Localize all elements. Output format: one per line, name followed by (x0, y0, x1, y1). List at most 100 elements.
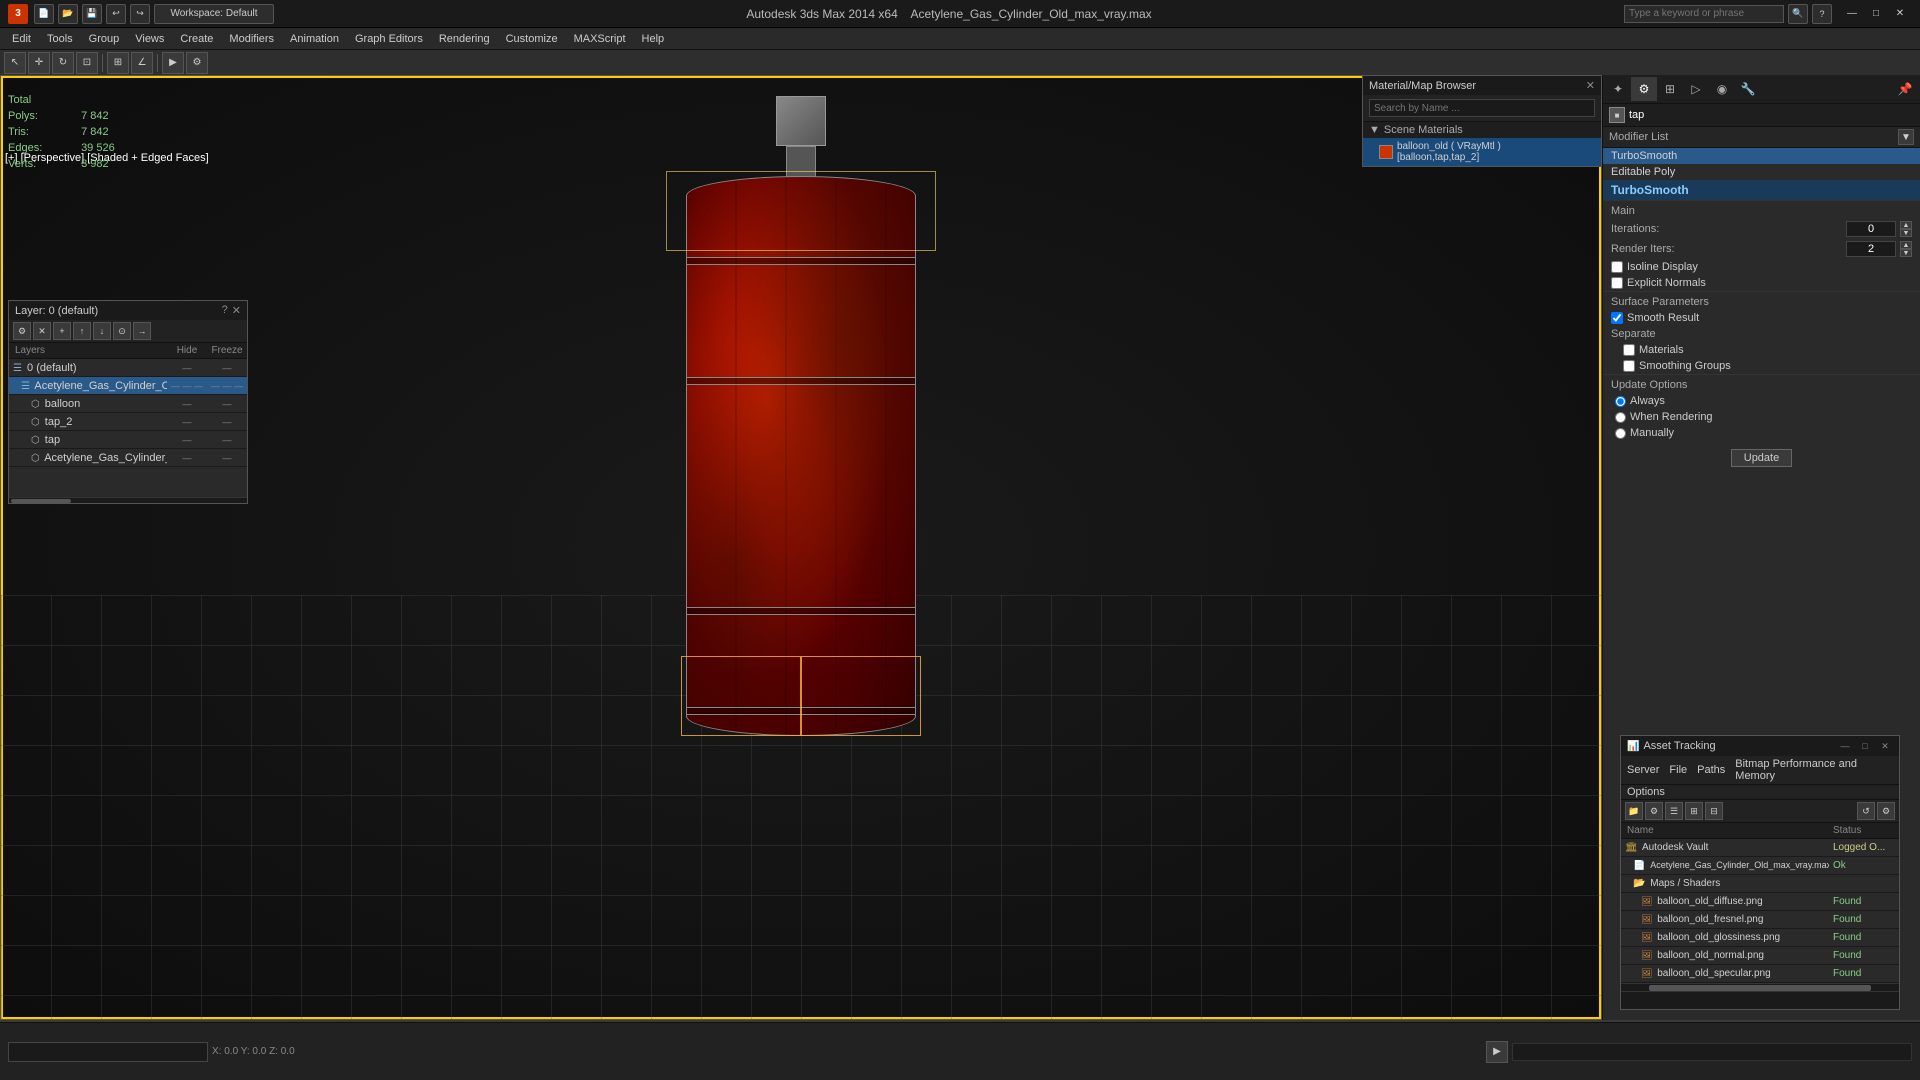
modifier-list-dropdown[interactable]: ▼ (1898, 129, 1914, 145)
menu-group[interactable]: Group (81, 31, 128, 47)
iter-down[interactable]: ▼ (1900, 229, 1912, 237)
menu-animation[interactable]: Animation (282, 31, 347, 47)
pin-icon[interactable]: 📌 (1892, 77, 1918, 101)
layers-delete-btn[interactable]: ✕ (33, 322, 51, 340)
minimize-btn[interactable]: — (1840, 4, 1864, 24)
layer-row-tap[interactable]: ⬡ tap — — (9, 431, 247, 449)
redo-btn[interactable]: ↪ (130, 4, 150, 24)
move-btn[interactable]: ✛ (28, 52, 50, 74)
asset-settings-btn[interactable]: ⚙ (1877, 802, 1895, 820)
asset-menu-options[interactable]: Options (1625, 785, 1667, 799)
create-icon[interactable]: ✦ (1605, 77, 1631, 101)
layers-settings-btn[interactable]: ⚙ (13, 322, 31, 340)
asset-menu-server[interactable]: Server (1625, 763, 1661, 777)
asset-close-btn[interactable]: ✕ (1877, 739, 1893, 753)
menu-rendering[interactable]: Rendering (431, 31, 498, 47)
asset-tb-2[interactable]: ⚙ (1645, 802, 1663, 820)
asset-row-fresnel[interactable]: 🖼 balloon_old_fresnel.png Found (1621, 911, 1899, 929)
layers-toolbar[interactable]: ⚙ ✕ + ↑ ↓ ⊙ → (9, 320, 247, 343)
layers-obj-btn[interactable]: ⊙ (113, 322, 131, 340)
mat-browser-close[interactable]: ✕ (1586, 79, 1595, 92)
smooth-result-checkbox[interactable] (1611, 312, 1623, 324)
menu-create[interactable]: Create (172, 31, 221, 47)
open-btn[interactable]: 📂 (58, 4, 78, 24)
scale-btn[interactable]: ⊡ (76, 52, 98, 74)
menu-maxscript[interactable]: MAXScript (566, 31, 634, 47)
menu-views[interactable]: Views (127, 31, 172, 47)
display-icon[interactable]: ◉ (1709, 77, 1735, 101)
mat-search-area[interactable] (1363, 95, 1601, 122)
iter-up[interactable]: ▲ (1900, 221, 1912, 229)
new-btn[interactable]: 📄 (34, 4, 54, 24)
asset-row-normal[interactable]: 🖼 balloon_old_normal.png Found (1621, 947, 1899, 965)
menu-customize[interactable]: Customize (498, 31, 566, 47)
render-iters-input[interactable] (1846, 241, 1896, 257)
layer-row-balloon[interactable]: ⬡ balloon — — (9, 395, 247, 413)
search-input[interactable] (1624, 5, 1784, 23)
layers-scrollbar[interactable] (9, 497, 247, 503)
asset-tb-4[interactable]: ⊞ (1685, 802, 1703, 820)
iterations-spinner[interactable]: ▲ ▼ (1900, 221, 1912, 237)
asset-row-vault[interactable]: 🏛 Autodesk Vault Logged O... (1621, 839, 1899, 857)
select-btn[interactable]: ↖ (4, 52, 26, 74)
manually-radio[interactable] (1615, 428, 1626, 439)
iterations-input[interactable] (1846, 221, 1896, 237)
snap-btn[interactable]: ⊞ (107, 52, 129, 74)
material-item[interactable]: balloon_old ( VRayMtl ) [balloon,tap,tap… (1363, 138, 1601, 166)
layer-row-tap2[interactable]: ⬡ tap_2 — — (9, 413, 247, 431)
utilities-icon[interactable]: 🔧 (1735, 77, 1761, 101)
editable-poly-modifier[interactable]: Editable Poly (1603, 164, 1920, 180)
always-radio[interactable] (1615, 396, 1626, 407)
search-btn[interactable]: 🔍 (1788, 4, 1808, 24)
menu-help[interactable]: Help (634, 31, 673, 47)
asset-row-maps-folder[interactable]: 📂 Maps / Shaders (1621, 875, 1899, 893)
render-iters-spinner[interactable]: ▲ ▼ (1900, 241, 1912, 257)
materials-checkbox[interactable] (1623, 344, 1635, 356)
asset-menu-paths[interactable]: Paths (1695, 763, 1727, 777)
asset-row-maxfile[interactable]: 📄 Acetylene_Gas_Cylinder_Old_max_vray.ma… (1621, 857, 1899, 875)
riter-down[interactable]: ▼ (1900, 249, 1912, 257)
asset-input-bar[interactable] (1621, 991, 1899, 1009)
menu-modifiers[interactable]: Modifiers (221, 31, 282, 47)
menu-graph-editors[interactable]: Graph Editors (347, 31, 431, 47)
menu-edit[interactable]: Edit (4, 31, 39, 47)
asset-maximize-btn[interactable]: □ (1857, 739, 1873, 753)
isoline-checkbox[interactable] (1611, 261, 1623, 273)
modify-icon active[interactable]: ⚙ (1631, 77, 1657, 101)
command-panel-icons[interactable]: ✦ ⚙ ⊞ ▷ ◉ 🔧 📌 (1603, 75, 1920, 104)
mat-search-input[interactable] (1369, 99, 1595, 117)
maximize-btn[interactable]: □ (1864, 4, 1888, 24)
layer-row-cylinder[interactable]: ☰ Acetylene_Gas_Cylinder_Old — — — — — — (9, 377, 247, 395)
search-area[interactable]: 🔍 ? (1624, 4, 1832, 24)
asset-scrollbar[interactable] (1621, 983, 1899, 991)
workspace-btn[interactable]: Workspace: Default (154, 4, 274, 24)
close-btn[interactable]: ✕ (1888, 4, 1912, 24)
asset-minimize-btn[interactable]: — (1837, 739, 1853, 753)
asset-row-specular[interactable]: 🖼 balloon_old_specular.png Found (1621, 965, 1899, 983)
smoothing-groups-checkbox[interactable] (1623, 360, 1635, 372)
object-color-swatch[interactable]: ■ (1609, 107, 1625, 123)
rotate-btn[interactable]: ↻ (52, 52, 74, 74)
hierarchy-icon[interactable]: ⊞ (1657, 77, 1683, 101)
toolbar-controls[interactable]: 📄 📂 💾 ↩ ↪ Workspace: Default (34, 4, 274, 24)
when-rendering-radio[interactable] (1615, 412, 1626, 423)
help-btn[interactable]: ? (1812, 4, 1832, 24)
layer-row-cyl-obj[interactable]: ⬡ Acetylene_Gas_Cylinder_Old — — (9, 449, 247, 467)
asset-search-input[interactable] (1621, 992, 1899, 1009)
layers-add-btn[interactable]: + (53, 322, 71, 340)
layers-close-btn[interactable]: ✕ (232, 304, 241, 317)
asset-menu-file[interactable]: File (1667, 763, 1689, 777)
render-btn[interactable]: ▶ (162, 52, 184, 74)
asset-tb-1[interactable]: 📁 (1625, 802, 1643, 820)
motion-icon[interactable]: ▷ (1683, 77, 1709, 101)
asset-tb-5[interactable]: ⊟ (1705, 802, 1723, 820)
layers-up-btn[interactable]: ↑ (73, 322, 91, 340)
layers-down-btn[interactable]: ↓ (93, 322, 111, 340)
asset-menu-bitmap[interactable]: Bitmap Performance and Memory (1733, 757, 1895, 783)
scene-materials-header[interactable]: ▼ Scene Materials (1363, 122, 1601, 138)
layers-help-btn[interactable]: ? (222, 304, 228, 317)
asset-refresh-btn[interactable]: ↺ (1857, 802, 1875, 820)
layers-move-btn[interactable]: → (133, 322, 151, 340)
update-button[interactable]: Update (1731, 449, 1792, 467)
layer-row-default[interactable]: ☰ 0 (default) — — (9, 359, 247, 377)
